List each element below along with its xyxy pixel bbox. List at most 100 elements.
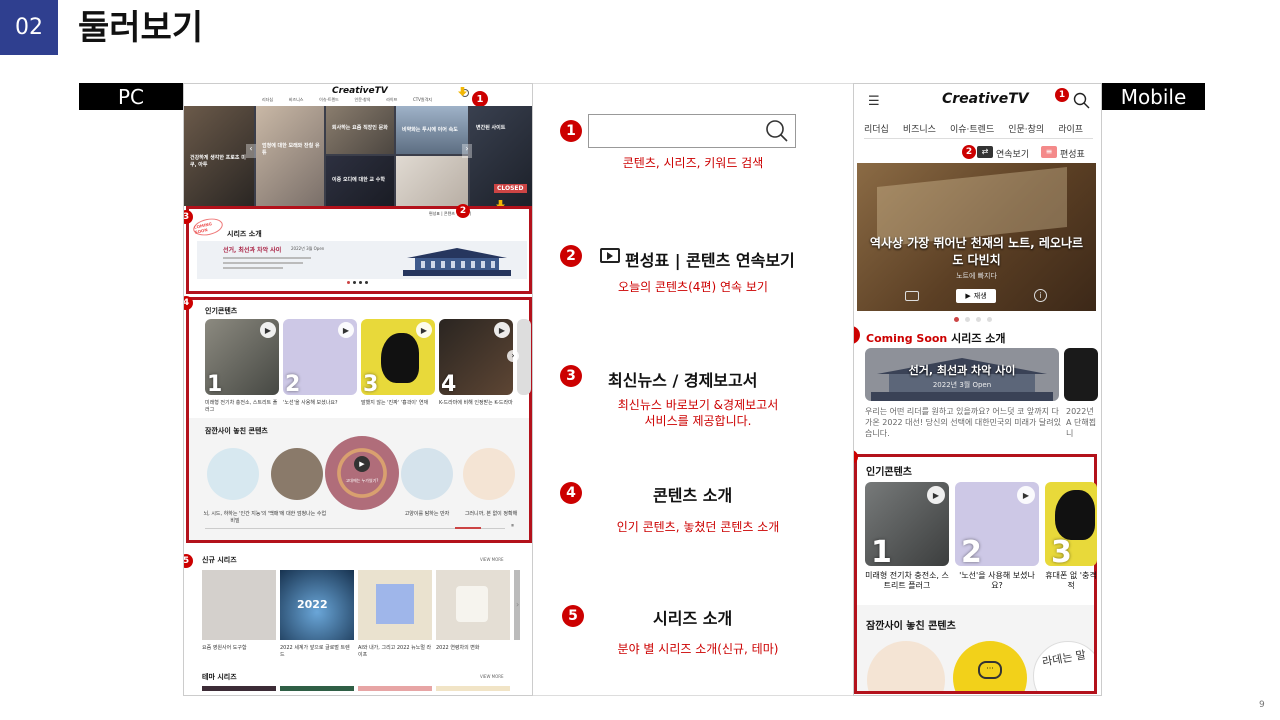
play-icon: ▶ xyxy=(965,292,971,300)
repeat-icon[interactable]: ⇄ xyxy=(977,146,993,158)
silhouette xyxy=(1055,490,1095,540)
pc-nav-item[interactable]: 비즈니스 xyxy=(289,97,304,103)
mobile-series-card[interactable] xyxy=(1064,348,1098,401)
missed-featured-circle[interactable]: ▶ 고대에는 누가썼기? xyxy=(325,436,399,510)
info-icon[interactable]: i xyxy=(1034,289,1047,302)
chevron-right-icon[interactable]: › xyxy=(462,144,472,158)
popular-card[interactable]: ▶ 1 xyxy=(865,482,949,566)
mobile-popular-box: 인기콘텐츠 ▶ 1 ▶ 2 3 미래형 전기차 충전소, 스트리트 플러그 '노… xyxy=(854,454,1097,694)
mobile-hero[interactable]: 역사상 가장 뛰어난 천재의 노트, 레오나르도 다빈치 노트에 빠지다 ▶ 재생… xyxy=(857,163,1096,311)
dot[interactable] xyxy=(954,317,959,322)
pc-header: CreativeTV 리더십 비즈니스 이슈·트렌드 인문·창의 라이프 CTV… xyxy=(184,84,532,107)
hero-tile[interactable] xyxy=(256,106,324,206)
pc-series-banner[interactable]: 선거, 최선과 차악 사이 2022년 3월 Open xyxy=(197,241,527,279)
missed-circle[interactable] xyxy=(207,448,259,500)
mobile-series-card[interactable]: 선거, 최선과 차악 사이 2022년 3월 Open xyxy=(865,348,1059,401)
play-icon[interactable]: ▶ xyxy=(260,322,276,338)
rank-number: 1 xyxy=(207,372,223,395)
popular-card[interactable]: ▶ 2 xyxy=(955,482,1039,566)
popular-card[interactable]: ▶ 2 xyxy=(283,319,357,395)
theme-card[interactable] xyxy=(358,686,432,691)
text-line xyxy=(223,267,283,269)
mobile-tab[interactable]: 이슈·트렌드 xyxy=(950,122,994,135)
text-line xyxy=(223,262,303,264)
mobile-hero-dots[interactable] xyxy=(954,317,992,322)
missed-circle[interactable] xyxy=(271,448,323,500)
pc-nav-item[interactable]: 리더십 xyxy=(262,97,273,103)
chat-bubble-icon: ··· xyxy=(978,661,1002,679)
popular-card[interactable]: ▶ 1 xyxy=(205,319,279,395)
dot[interactable] xyxy=(353,281,356,284)
popular-card[interactable]: 3 xyxy=(1045,482,1097,566)
mobile-series-title: 시리즈 소개 xyxy=(951,332,1006,345)
feature-4-title: 콘텐츠 소개 xyxy=(653,486,733,505)
mobile-label: Mobile xyxy=(1102,83,1205,110)
pc-nav-item[interactable]: CTV원격지 xyxy=(413,97,432,103)
new-series-card[interactable]: 2022 xyxy=(280,570,354,640)
missed-circle[interactable]: ··· xyxy=(953,641,1027,691)
marker-5: 5 xyxy=(184,554,193,568)
continuous-play-button[interactable]: 연속보기 xyxy=(996,147,1029,160)
play-icon[interactable]: ▶ xyxy=(354,456,370,472)
chevron-right-icon[interactable]: › xyxy=(507,350,519,362)
pc-logo[interactable]: CreativeTV xyxy=(332,86,388,96)
mobile-tab[interactable]: 비즈니스 xyxy=(903,122,936,135)
mobile-logo[interactable]: CreativeTV xyxy=(942,91,1029,107)
theme-card[interactable] xyxy=(436,686,510,691)
menu-icon[interactable]: ☰ xyxy=(868,94,880,109)
missed-caption: '백매'에 대한 엄청나는 수업 xyxy=(267,511,327,517)
chevron-left-icon[interactable]: ‹ xyxy=(246,144,256,158)
chevron-right-icon[interactable]: › xyxy=(516,600,519,609)
search-icon[interactable] xyxy=(765,119,789,143)
missed-circle[interactable]: 라데는 말 xyxy=(1033,641,1094,691)
mobile-tab[interactable]: 인문·창의 xyxy=(1008,122,1044,135)
dot[interactable] xyxy=(976,317,981,322)
play-icon[interactable]: ▶ xyxy=(927,486,945,504)
pc-series-dots[interactable] xyxy=(347,281,368,284)
rank-number: 2 xyxy=(961,535,982,566)
missed-circle[interactable] xyxy=(463,448,515,500)
play-icon[interactable]: ▶ xyxy=(494,322,510,338)
popular-card[interactable] xyxy=(517,319,531,395)
new-series-card[interactable] xyxy=(436,570,510,640)
pc-nav-item[interactable]: 이슈·트렌드 xyxy=(319,97,339,103)
feature-4-desc: 인기 콘텐츠, 놓쳤던 콘텐츠 소개 xyxy=(616,520,780,534)
search-icon[interactable] xyxy=(1073,92,1091,110)
list-icon[interactable]: ≡ xyxy=(1041,146,1057,158)
search-input[interactable] xyxy=(588,114,796,148)
pc-nav: 리더십 비즈니스 이슈·트렌드 인문·창의 라이프 CTV원격지 xyxy=(262,97,432,103)
tv-icon[interactable] xyxy=(905,291,919,301)
schedule-button[interactable]: 편성표 xyxy=(1060,147,1085,160)
popular-card[interactable]: ▶ 3 xyxy=(361,319,435,395)
missed-circle[interactable] xyxy=(401,448,453,500)
popular-card[interactable]: ▶ 4 xyxy=(439,319,513,395)
missed-center-label: 고대에는 누가썼기? xyxy=(345,478,379,483)
theme-card[interactable] xyxy=(280,686,354,691)
mobile-tab[interactable]: 리더십 xyxy=(864,122,889,135)
dot[interactable] xyxy=(359,281,362,284)
new-series-card[interactable] xyxy=(202,570,276,640)
dot[interactable] xyxy=(965,317,970,322)
pc-nav-item[interactable]: 라이프 xyxy=(386,97,397,103)
theme-card[interactable] xyxy=(202,686,276,691)
view-more-link[interactable]: VIEW MORE xyxy=(480,674,504,679)
play-icon[interactable]: ▶ xyxy=(416,322,432,338)
pause-icon[interactable]: ⏸ xyxy=(511,522,514,530)
missed-circle[interactable] xyxy=(867,641,945,691)
dot[interactable] xyxy=(987,317,992,322)
dot[interactable] xyxy=(365,281,368,284)
view-more-link[interactable]: VIEW MORE xyxy=(480,557,504,562)
play-icon[interactable]: ▶ xyxy=(338,322,354,338)
feature-4-marker: 4 xyxy=(560,482,582,504)
pc-nav-item[interactable]: 인문·창의 xyxy=(355,97,371,103)
feature-3-desc: 최신뉴스 바로보기 &경제보고서 xyxy=(617,398,779,412)
marker-2: 2 xyxy=(456,204,470,218)
play-button[interactable]: ▶ 재생 xyxy=(956,289,996,303)
mobile-tab[interactable]: 라이프 xyxy=(1058,122,1083,135)
hero-tile[interactable] xyxy=(396,156,468,206)
book-cover xyxy=(376,584,414,624)
mobile-missed-title: 잠깐사이 놓친 콘텐츠 xyxy=(866,621,956,632)
play-icon[interactable]: ▶ xyxy=(1017,486,1035,504)
dot[interactable] xyxy=(347,281,350,284)
new-series-card[interactable] xyxy=(358,570,432,640)
